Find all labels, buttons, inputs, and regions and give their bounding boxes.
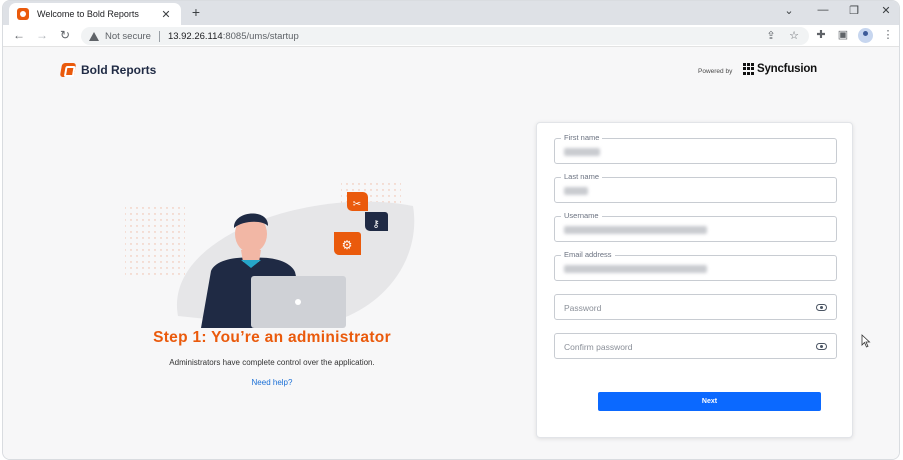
sidepanel-icon[interactable]: ▣ xyxy=(835,28,851,41)
syncfusion-logo: Syncfusion xyxy=(743,63,817,75)
tab-bold-reports[interactable]: Welcome to Bold Reports ✕ xyxy=(9,3,181,25)
close-window-icon[interactable]: ✕ xyxy=(878,4,894,17)
show-confirm-password-icon[interactable] xyxy=(816,343,827,350)
tab-search-icon[interactable]: ⌄ xyxy=(781,4,797,17)
step-description: Administrators have complete control ove… xyxy=(169,358,375,367)
first-name-field[interactable]: First name •••••• xyxy=(554,133,837,164)
bold-reports-favicon-icon xyxy=(17,8,29,20)
extensions-icon[interactable]: ✚ xyxy=(813,28,829,41)
browser-window: Welcome to Bold Reports ✕ + ⌄ — ❐ ✕ ← → … xyxy=(2,0,900,460)
last-name-value[interactable]: •••• xyxy=(564,187,588,195)
next-button[interactable]: Next xyxy=(598,392,821,411)
security-status[interactable]: Not secure xyxy=(105,31,151,42)
minimize-icon[interactable]: — xyxy=(815,4,831,16)
address-bar[interactable]: Not secure 13.92.26.114 :8085/ums/startu… xyxy=(81,27,809,45)
warning-icon[interactable] xyxy=(89,31,99,41)
email-value[interactable]: ••••••••••••••••••••••••••• xyxy=(564,265,707,273)
new-tab-icon[interactable]: + xyxy=(188,4,204,20)
password-field[interactable]: Password xyxy=(554,294,837,320)
tab-strip: Welcome to Bold Reports ✕ + ⌄ — ❐ ✕ xyxy=(3,1,899,25)
laptop-logo xyxy=(295,299,301,305)
syncfusion-name: Syncfusion xyxy=(757,63,817,75)
first-name-value[interactable]: •••••• xyxy=(564,148,600,156)
need-help-link[interactable]: Need help? xyxy=(239,378,305,387)
url-path[interactable]: :8085/ums/startup xyxy=(223,31,299,42)
forward-icon[interactable]: → xyxy=(34,28,50,42)
syncfusion-mark-icon xyxy=(743,63,755,75)
star-icon[interactable]: ☆ xyxy=(787,29,801,42)
username-field[interactable]: Username ••••••••••••••••••••••••••• xyxy=(554,211,837,242)
show-password-icon[interactable] xyxy=(816,304,827,311)
restore-icon[interactable]: ❐ xyxy=(846,4,862,17)
mouse-cursor-icon xyxy=(861,334,871,348)
close-tab-icon[interactable]: ✕ xyxy=(159,8,173,21)
admin-form-card: First name •••••• Last name •••• Usernam… xyxy=(536,122,853,438)
confirm-password-field[interactable]: Confirm password xyxy=(554,333,837,359)
email-field[interactable]: Email address ••••••••••••••••••••••••••… xyxy=(554,250,837,281)
dot-pattern-left xyxy=(125,206,185,276)
tools-icon: ✂ xyxy=(353,199,361,210)
brand[interactable]: Bold Reports xyxy=(59,63,157,77)
menu-icon[interactable]: ⋮ xyxy=(880,28,896,41)
reload-icon[interactable]: ↻ xyxy=(57,28,73,42)
administrator-illustration: ✂ ⚷ ⚙ xyxy=(125,180,415,328)
password-placeholder: Password xyxy=(564,303,602,313)
key-icon: ⚷ xyxy=(372,219,379,230)
brand-name: Bold Reports xyxy=(81,63,157,77)
last-name-field[interactable]: Last name •••• xyxy=(554,172,837,203)
bold-reports-logo-icon xyxy=(59,63,77,77)
url-host[interactable]: 13.92.26.114 xyxy=(168,31,223,42)
gear-icon: ⚙ xyxy=(342,238,353,252)
email-label: Email address xyxy=(561,250,615,260)
tab-title: Welcome to Bold Reports xyxy=(37,9,139,19)
confirm-password-placeholder: Confirm password xyxy=(564,342,633,352)
last-name-label: Last name xyxy=(561,172,603,182)
url-divider xyxy=(158,30,160,42)
step-title: Step 1: You’re an administrator xyxy=(153,329,391,346)
powered-by-label: Powered by xyxy=(698,68,733,75)
first-name-label: First name xyxy=(561,133,603,143)
share-icon[interactable]: ⇪ xyxy=(764,29,778,42)
back-icon[interactable]: ← xyxy=(11,28,27,42)
browser-toolbar: ← → ↻ Not secure 13.92.26.114 :8085/ums/… xyxy=(3,25,899,47)
username-value[interactable]: ••••••••••••••••••••••••••• xyxy=(564,226,707,234)
page-content: Bold Reports Powered by Syncfusion ✂ ⚷ ⚙… xyxy=(3,48,899,459)
username-label: Username xyxy=(561,211,602,221)
profile-icon[interactable] xyxy=(858,28,873,43)
